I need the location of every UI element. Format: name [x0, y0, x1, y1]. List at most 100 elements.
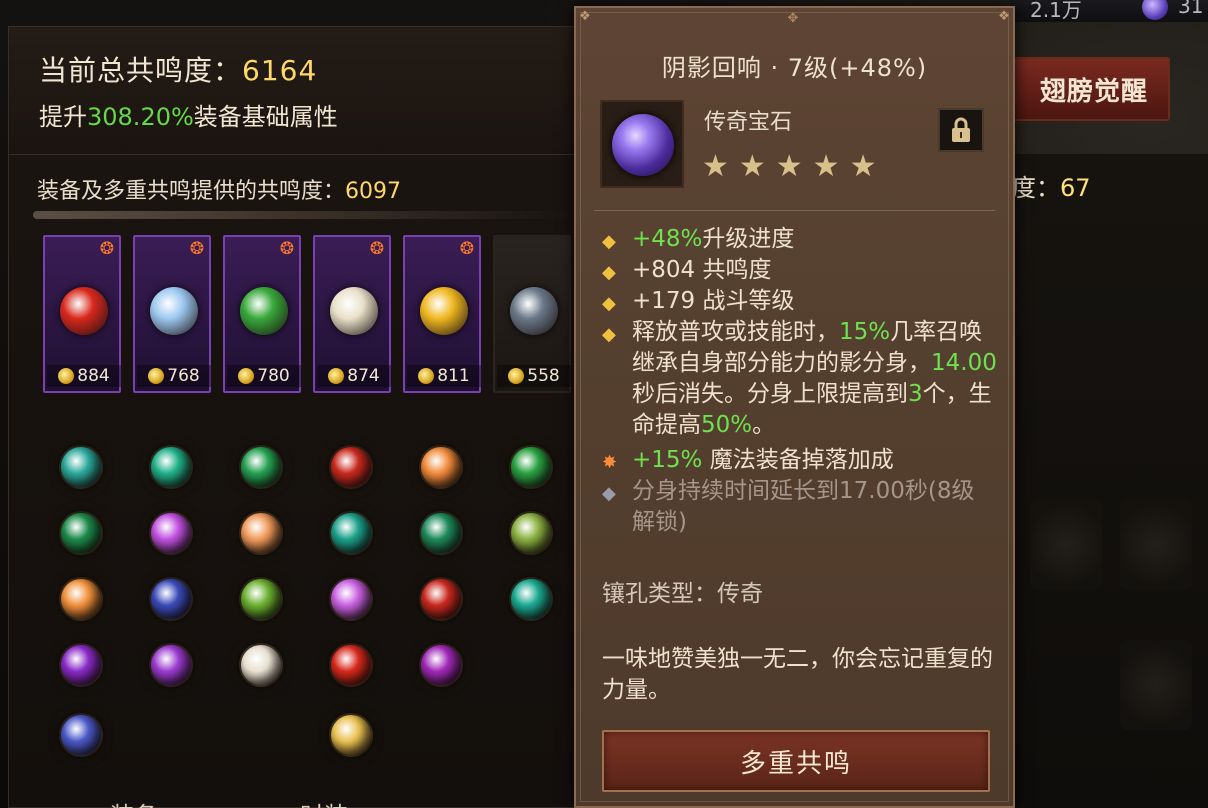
attr-combat-level: ◆ +179 战斗等级 [602, 288, 795, 314]
ornament-corner-icon: ❖ [998, 9, 1010, 24]
right-stat-value: 67 [1060, 174, 1091, 202]
wings-awaken-button[interactable]: 翅膀觉醒 [1000, 57, 1170, 121]
resonance-flame-icon: ❂ [459, 239, 475, 259]
gem-icon [59, 445, 103, 489]
gem-inventory-item[interactable] [229, 501, 293, 565]
gem-rarity: 传奇宝石 [704, 110, 793, 135]
multi-resonance-button[interactable]: 多重共鸣 [602, 730, 990, 792]
gem-inventory-item[interactable] [49, 703, 113, 767]
provided-resonance: 装备及多重共鸣提供的共鸣度：6097 [37, 173, 401, 205]
resonance-panel: 当前总共鸣度：6164 提升308.20%装备基础属性 装备及多重共鸣提供的共鸣… [8, 26, 599, 808]
starburst-bullet-icon: ✸ [602, 452, 618, 473]
locked-slot [1030, 500, 1102, 590]
coin-icon [238, 368, 255, 384]
resonance-flame-icon: ❂ [369, 239, 385, 259]
socketed-gem-icon [150, 287, 198, 335]
gem-inventory-item[interactable] [49, 501, 113, 565]
locked-diamond-icon: ◆ [602, 483, 616, 504]
gem-tooltip: ❖ ❖ ✥ 阴影回响 · 7级(+48%) 传奇宝石 ★★★★★ ◆ +48%升… [574, 6, 1015, 808]
gem-icon [59, 577, 103, 621]
gem-icon [149, 577, 193, 621]
gem-icon [239, 643, 283, 687]
attribute-boost: 提升308.20%装备基础属性 [39, 97, 338, 132]
slot-resonance-value: 811 [407, 365, 481, 387]
attr-upgrade-progress: ◆ +48%升级进度 [602, 226, 795, 252]
resonance-flame-icon: ❂ [279, 239, 295, 259]
gem-inventory-item[interactable] [319, 703, 383, 767]
tab-fashion[interactable]: 时装 [239, 791, 409, 808]
gem-icon [329, 643, 373, 687]
gem-inventory-item[interactable] [49, 633, 113, 697]
equipment-slot[interactable]: ❂ 780 [223, 235, 301, 393]
gem-inventory-item[interactable] [139, 567, 203, 631]
gem-inventory-item[interactable] [319, 633, 383, 697]
gem-inventory-item[interactable] [139, 501, 203, 565]
gem-inventory-item[interactable] [229, 567, 293, 631]
equipment-slot[interactable]: 558 [493, 235, 571, 393]
gem-inventory-item[interactable] [49, 435, 113, 499]
equipment-slot[interactable]: ❂ 874 [313, 235, 391, 393]
gem-inventory-item[interactable] [409, 633, 473, 697]
slot-resonance-value: 558 [497, 365, 571, 387]
equipment-slot[interactable]: ❂ 768 [133, 235, 211, 393]
gem-inventory-item[interactable] [139, 633, 203, 697]
gem-icon [59, 713, 103, 757]
boost-percent: 308.20% [87, 103, 194, 131]
gem-icon [509, 445, 553, 489]
total-resonance-label: 当前总共鸣度： [39, 54, 243, 87]
socketed-gem-icon [330, 287, 378, 335]
gem-icon [149, 643, 193, 687]
provided-resonance-label: 装备及多重共鸣提供的共鸣度： [37, 179, 346, 204]
gem-icon-frame [600, 100, 684, 188]
slot-resonance-value: 768 [137, 365, 211, 387]
equipment-slot[interactable]: ❂ 811 [403, 235, 481, 393]
diamond-bullet-icon: ◆ [602, 262, 616, 283]
gem-inventory-item[interactable] [409, 567, 473, 631]
resonance-flame-icon: ❂ [189, 239, 205, 259]
gem-icon [329, 577, 373, 621]
gem-icon [59, 511, 103, 555]
gem-inventory-item[interactable] [229, 435, 293, 499]
gem-inventory-item[interactable] [409, 501, 473, 565]
coin-icon [328, 368, 345, 384]
progress-divider [33, 211, 573, 219]
gem-inventory-item[interactable] [499, 567, 563, 631]
resonance-flame-icon: ❂ [99, 239, 115, 259]
flavor-text: 一味地赞美独一无二，你会忘记重复的力量。 [602, 646, 993, 703]
shadow-echo-gem-icon [612, 114, 674, 176]
gem-icon [59, 643, 103, 687]
top-stat-currency: 31 [1178, 0, 1204, 18]
attr-locked-duration: ◆ 分身持续时间延长到17.00秒(8级解锁) [602, 478, 975, 535]
gem-inventory-item[interactable] [319, 501, 383, 565]
gem-icon [329, 713, 373, 757]
gem-title: 阴影回响 · 7级(+48%) [661, 54, 928, 82]
locked-slot [1120, 640, 1192, 730]
coin-icon [148, 368, 165, 384]
gem-inventory-item[interactable] [409, 435, 473, 499]
gem-inventory-item[interactable] [229, 633, 293, 697]
gem-inventory-item[interactable] [49, 567, 113, 631]
resonance-header: 当前总共鸣度：6164 提升308.20%装备基础属性 [9, 27, 599, 155]
gem-inventory-item[interactable] [139, 435, 203, 499]
slot-resonance-value: 780 [227, 365, 301, 387]
ornament-top-icon: ✥ [787, 11, 799, 26]
attr-magic-drop: ✸ +15% 魔法装备掉落加成 [602, 447, 894, 473]
top-stat-value: 2.1万 [1030, 0, 1082, 22]
right-stat-label: 度： [1012, 174, 1060, 202]
boost-suffix: 装备基础属性 [193, 103, 338, 131]
gem-icon [149, 511, 193, 555]
gem-icon [419, 643, 463, 687]
socketed-gem-icon [240, 287, 288, 335]
right-resonance-stat: 度：67 [1012, 168, 1091, 203]
gem-inventory-item[interactable] [499, 501, 563, 565]
gem-star-rating: ★★★★★ [702, 149, 887, 184]
tab-equipment[interactable]: 装备 [49, 791, 219, 808]
lock-button[interactable] [938, 108, 984, 152]
gem-icon [239, 511, 283, 555]
gem-icon [509, 511, 553, 555]
equipment-slot[interactable]: ❂ 884 [43, 235, 121, 393]
gem-icon [509, 577, 553, 621]
gem-inventory-item[interactable] [319, 567, 383, 631]
gem-inventory-item[interactable] [499, 435, 563, 499]
gem-inventory-item[interactable] [319, 435, 383, 499]
